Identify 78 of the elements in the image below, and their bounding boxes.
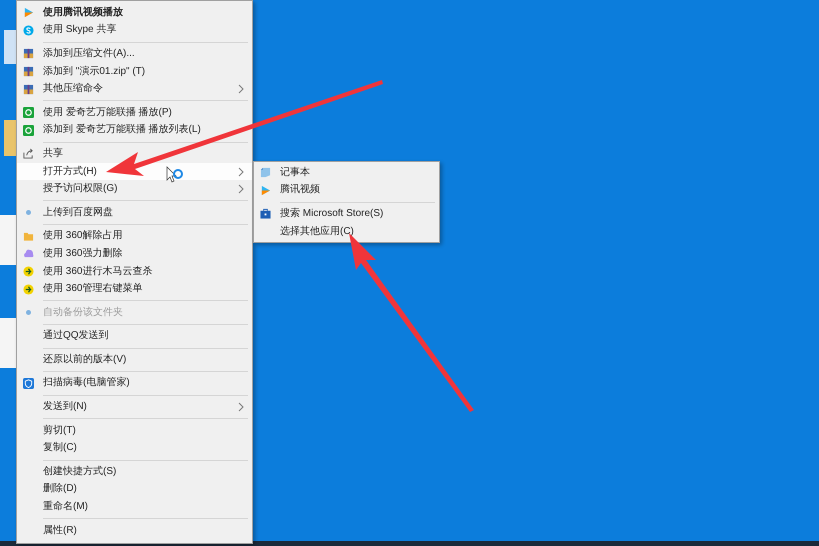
menu-item[interactable]: 使用 360管理右键菜单 (17, 280, 252, 298)
menu-item[interactable]: 使用腾讯视频播放 (17, 4, 252, 22)
chevron-right-icon (238, 184, 244, 194)
menu-item[interactable]: 腾讯视频 (254, 182, 439, 200)
menu-item-label: 添加到 爱奇艺万能联播 播放列表(L) (43, 125, 201, 136)
menu-item[interactable]: 创建快捷方式(S) (17, 463, 252, 481)
menu-item[interactable]: 发送到(N) (17, 398, 252, 416)
notepad-icon (260, 167, 271, 178)
menu-item[interactable]: 使用 爱奇艺万能联播 播放(P) (17, 104, 252, 122)
menu-item-label: 还原以前的版本(V) (43, 354, 126, 365)
play-icon (23, 7, 34, 18)
shopping-bag-icon (260, 208, 271, 220)
archive-icon (23, 48, 34, 60)
menu-item[interactable]: 复制(C) (17, 439, 252, 458)
menu-item-label: 打开方式(H) (43, 166, 97, 177)
shield-icon (23, 378, 34, 389)
menu-item-label: 添加到 "演示01.zip" (T) (43, 66, 146, 77)
s-logo-icon (23, 24, 34, 36)
menu-item[interactable]: 其他压缩命令 (17, 80, 252, 98)
menu-item[interactable]: 使用 360进行木马云查杀 (17, 262, 252, 280)
menu-item-label: 使用 360强力删除 (43, 248, 122, 259)
menu-item[interactable]: 共享 (17, 145, 252, 163)
menu-item-label: 共享 (43, 148, 63, 159)
chevron-right-icon (238, 402, 244, 412)
menu-item-label: 使用 360解除占用 (43, 231, 122, 242)
menu-item-label: 自动备份该文件夹 (43, 308, 123, 318)
chevron-right-icon (238, 84, 244, 94)
cloud-icon (23, 248, 34, 260)
menu-item[interactable]: 属性(R) (17, 522, 252, 540)
menu-item[interactable]: 添加到压缩文件(A)... (17, 45, 252, 63)
menu-item[interactable]: 扫描病毒(电脑管家) (17, 374, 252, 392)
menu-item[interactable]: 删除(D) (17, 480, 252, 498)
menu-item-label: 使用 360进行木马云查杀 (43, 266, 152, 277)
menu-item[interactable]: 记事本 (254, 164, 439, 182)
menu-item-label: 使用 爱奇艺万能联播 播放(P) (43, 108, 172, 118)
menu-item-label: 搜索 Microsoft Store(S) (280, 208, 384, 219)
menu-item-label: 上传到百度网盘 (43, 208, 113, 218)
menu-item-label: 复制(C) (43, 443, 77, 454)
menu-item[interactable]: 还原以前的版本(V) (17, 351, 252, 369)
menu-item-label: 记事本 (280, 168, 310, 178)
menu-item-label: 添加到压缩文件(A)... (43, 48, 135, 59)
menu-item-label: 剪切(T) (43, 426, 76, 436)
play-icon (260, 184, 271, 196)
archive-icon (23, 66, 34, 78)
menu-item[interactable]: 重命名(M) (17, 498, 252, 516)
menu-item-label: 重命名(M) (43, 502, 88, 512)
app-logo-icon (23, 107, 34, 118)
menu-item-label: 使用腾讯视频播放 (43, 8, 123, 18)
menu-item[interactable]: 选择其他应用(C) (254, 222, 439, 240)
menu-item-label: 使用 Skype 共享 (43, 25, 116, 36)
menu-item-label: 创建快捷方式(S) (43, 466, 116, 477)
menu-item[interactable]: 通过QQ发送到 (17, 328, 252, 346)
menu-item-label: 授予访问权限(G) (43, 184, 118, 194)
archive-icon (23, 84, 34, 95)
menu-item-label: 删除(D) (43, 484, 77, 494)
menu-item[interactable]: 剪切(T) (17, 422, 252, 440)
menu-item-label: 发送到(N) (43, 402, 87, 412)
menu-item-label: 使用 360管理右键菜单 (43, 284, 142, 294)
menu-item[interactable]: 使用 Skype 共享 (17, 22, 252, 40)
menu-item[interactable]: 添加到 "演示01.zip" (T) (17, 62, 252, 80)
menu-item[interactable]: 上传到百度网盘 (17, 204, 252, 222)
chevron-right-icon (238, 166, 244, 177)
menu-item-label: 通过QQ发送到 (43, 331, 109, 342)
menu-item-label: 选择其他应用(C) (280, 226, 354, 237)
share-icon (23, 148, 34, 160)
menu-item[interactable]: 使用 360强力删除 (17, 245, 252, 263)
menu-item-label: 扫描病毒(电脑管家) (43, 378, 130, 388)
menu-item[interactable]: 添加到 爱奇艺万能联播 播放列表(L) (17, 122, 252, 140)
menu-item[interactable]: 使用 360解除占用 (17, 228, 252, 246)
menu-item-label: 腾讯视频 (280, 185, 320, 196)
dot-icon (26, 310, 31, 316)
menu-item-label: 其他压缩命令 (43, 84, 103, 94)
menu-item-label: 属性(R) (43, 526, 77, 536)
dot-icon (26, 210, 31, 216)
app-logo-icon (23, 124, 34, 136)
menu-item[interactable]: 授予访问权限(G) (17, 180, 252, 198)
menu-item[interactable]: 搜索 Microsoft Store(S) (254, 205, 439, 223)
folder-icon (23, 230, 34, 242)
